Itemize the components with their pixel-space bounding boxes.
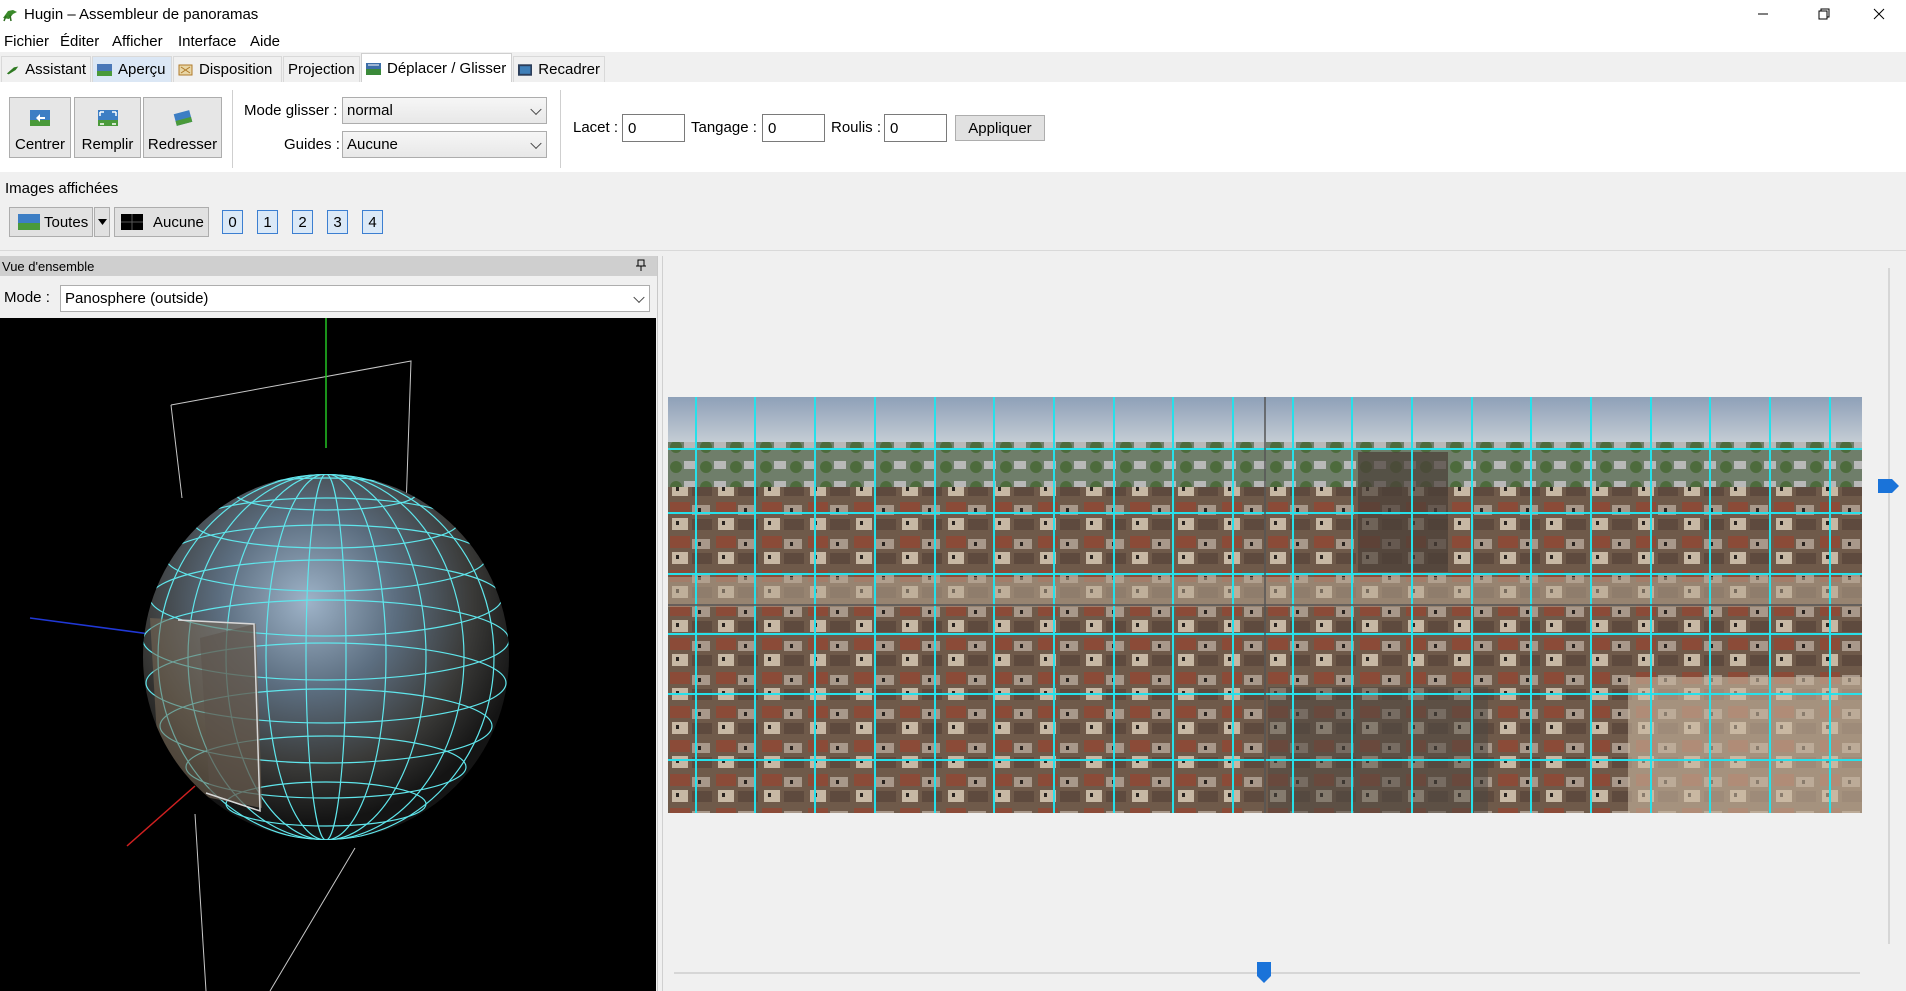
title-bar	[0, 0, 1906, 28]
tab-disposition[interactable]: Disposition	[173, 56, 282, 82]
tab-label: Recadrer	[538, 61, 600, 78]
restore-icon	[1818, 8, 1830, 20]
tab-recadrer[interactable]: Recadrer	[513, 56, 605, 82]
chevron-down-icon	[633, 291, 645, 303]
tab-label: Projection	[288, 61, 355, 78]
yaw-input[interactable]: 0	[622, 114, 685, 142]
restore-button[interactable]	[1801, 0, 1847, 28]
overview-mode-value: Panosphere (outside)	[65, 290, 209, 307]
layout-icon	[178, 64, 193, 75]
move-drag-icon	[366, 62, 381, 75]
guides-select[interactable]: Aucune	[342, 131, 547, 158]
image-toggle-1[interactable]: 1	[257, 210, 278, 234]
tab-deplacer-glisser[interactable]: Déplacer / Glisser	[361, 53, 512, 83]
tab-apercu[interactable]: Aperçu	[92, 56, 172, 82]
roll-input[interactable]: 0	[884, 114, 947, 142]
drag-mode-select[interactable]: normal	[342, 97, 547, 124]
close-icon	[1873, 8, 1885, 20]
overview-mode-select[interactable]: Panosphere (outside)	[60, 285, 650, 312]
menu-bar	[0, 28, 1906, 52]
minimize-button[interactable]	[1740, 0, 1786, 28]
show-none-label: Aucune	[153, 213, 204, 231]
show-all-button[interactable]: Toutes	[9, 207, 93, 237]
tab-projection[interactable]: Projection	[283, 56, 360, 82]
chevron-down-icon	[530, 103, 542, 115]
fit-button[interactable]: Remplir	[74, 97, 141, 158]
apply-button[interactable]: Appliquer	[955, 115, 1045, 141]
menu-interface[interactable]: Interface	[178, 33, 236, 50]
pitch-slider-thumb[interactable]	[1878, 478, 1900, 494]
center-button[interactable]: Centrer	[9, 97, 71, 158]
show-all-dropdown[interactable]	[94, 207, 110, 237]
fit-label: Remplir	[81, 136, 134, 153]
tab-label: Disposition	[199, 61, 273, 78]
toolbar-divider	[232, 90, 233, 168]
show-none-button[interactable]: Aucune	[114, 207, 209, 237]
tab-label: Assistant	[25, 61, 86, 78]
drag-toolbar	[0, 82, 1906, 173]
images-shown-label: Images affichées	[5, 180, 119, 197]
tab-label: Déplacer / Glisser	[387, 60, 507, 77]
center-icon	[30, 110, 50, 126]
center-label: Centrer	[14, 136, 66, 153]
drag-mode-label: Mode glisser :	[244, 102, 338, 119]
straighten-label: Redresser	[147, 136, 218, 153]
roll-label: Roulis :	[831, 119, 882, 136]
caret-down-icon	[97, 219, 107, 225]
panosphere-viewport[interactable]	[0, 318, 656, 991]
yaw-label: Lacet :	[573, 119, 619, 136]
images-section	[0, 172, 1906, 251]
image-toggle-3[interactable]: 3	[327, 210, 348, 234]
yaw-slider-thumb[interactable]	[1256, 962, 1272, 984]
image-toggle-2[interactable]: 2	[292, 210, 313, 234]
panorama-preview[interactable]	[668, 397, 1862, 813]
preview-icon	[97, 63, 112, 76]
menu-afficher[interactable]: Afficher	[112, 33, 163, 50]
tab-label: Aperçu	[118, 61, 166, 78]
guides-label: Guides :	[284, 136, 340, 153]
mode-label: Mode :	[4, 289, 50, 306]
menu-aide[interactable]: Aide	[250, 33, 280, 50]
all-images-icon	[18, 214, 40, 230]
straighten-icon	[173, 110, 192, 126]
chevron-down-icon	[530, 137, 542, 149]
hugin-grasshopper-icon	[3, 10, 17, 22]
minimize-icon	[1758, 13, 1768, 15]
fit-icon	[97, 110, 118, 126]
panorama-image	[668, 397, 1862, 813]
overview-header: Vue d'ensemble	[0, 256, 657, 276]
image-toggle-4[interactable]: 4	[362, 210, 383, 234]
pitch-input[interactable]: 0	[762, 114, 825, 142]
menu-fichier[interactable]: Fichier	[4, 33, 49, 50]
pitch-slider-track[interactable]	[1888, 268, 1890, 944]
toolbar-divider	[560, 90, 561, 168]
straighten-button[interactable]: Redresser	[143, 97, 222, 158]
tab-assistant[interactable]: Assistant	[1, 56, 91, 82]
pitch-label: Tangage :	[691, 119, 757, 136]
menu-editer[interactable]: Éditer	[60, 33, 99, 50]
crop-icon	[518, 63, 533, 76]
image-toggle-0[interactable]: 0	[222, 210, 243, 234]
show-all-label: Toutes	[44, 213, 89, 231]
guides-value: Aucune	[347, 136, 398, 153]
window-title: Hugin – Assembleur de panoramas	[24, 6, 259, 23]
close-button[interactable]	[1856, 0, 1902, 28]
drag-mode-value: normal	[347, 102, 393, 119]
no-images-icon	[121, 214, 143, 230]
pin-icon[interactable]	[636, 259, 646, 271]
overview-title: Vue d'ensemble	[2, 259, 95, 274]
panosphere-render	[29, 318, 509, 991]
wand-icon	[6, 65, 19, 74]
